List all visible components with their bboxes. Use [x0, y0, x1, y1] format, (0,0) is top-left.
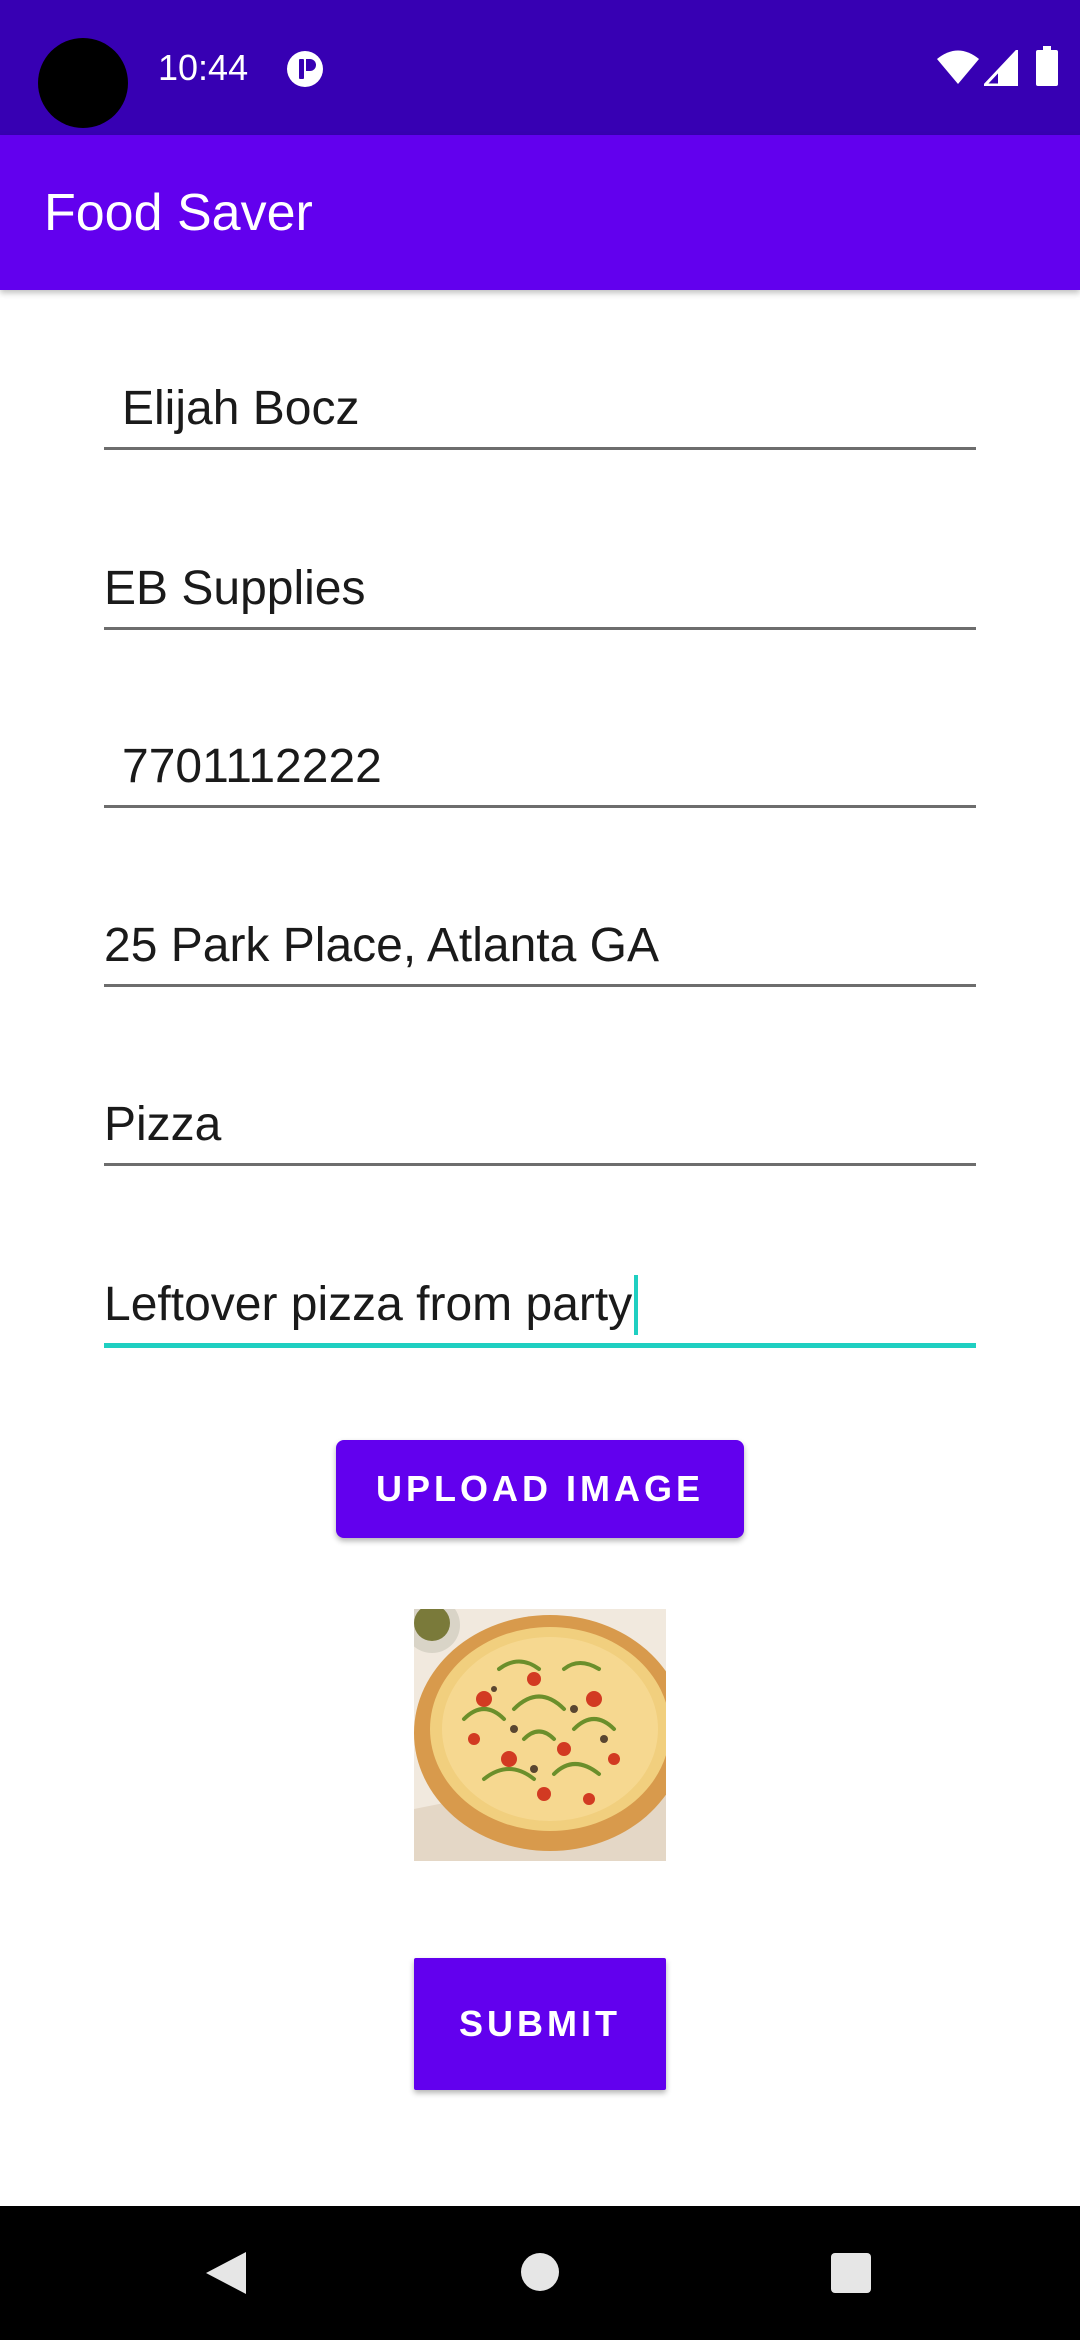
name-value: Elijah Bocz — [122, 382, 360, 435]
home-icon[interactable] — [520, 2252, 560, 2292]
food-type-field[interactable]: Pizza — [104, 1056, 976, 1166]
address-value: 25 Park Place, Atlanta GA — [104, 919, 659, 972]
food-type-value: Pizza — [104, 1098, 222, 1151]
status-bar: 10:44 — [0, 0, 1080, 135]
phone-value: 7701112222 — [122, 740, 382, 793]
wifi-icon — [937, 50, 979, 84]
navigation-bar — [0, 2206, 1080, 2340]
food-image — [414, 1609, 666, 1861]
text-cursor — [634, 1275, 639, 1335]
pizza-image — [414, 1609, 666, 1861]
camera-cutout — [38, 38, 128, 128]
app-bar: Food Saver — [0, 135, 1080, 290]
address-field[interactable]: 25 Park Place, Atlanta GA — [104, 877, 976, 987]
signal-icon — [984, 50, 1018, 86]
business-value: EB Supplies — [104, 562, 366, 615]
status-time: 10:44 — [158, 47, 249, 88]
description-text: Leftover pizza from party — [104, 1278, 633, 1331]
notification-icon — [287, 51, 323, 87]
description-value: Leftover pizza from party — [104, 1275, 639, 1335]
back-icon[interactable] — [204, 2250, 248, 2296]
name-field[interactable]: Elijah Bocz — [104, 340, 976, 450]
battery-icon — [1036, 46, 1058, 86]
description-field[interactable]: Leftover pizza from party — [104, 1238, 976, 1348]
upload-image-button[interactable]: UPLOAD IMAGE — [336, 1440, 744, 1538]
app-title: Food Saver — [44, 184, 313, 242]
submit-button[interactable]: SUBMIT — [414, 1958, 666, 2090]
recents-icon[interactable] — [830, 2252, 872, 2294]
business-field[interactable]: EB Supplies — [104, 520, 976, 630]
phone-field[interactable]: 7701112222 — [104, 698, 976, 808]
